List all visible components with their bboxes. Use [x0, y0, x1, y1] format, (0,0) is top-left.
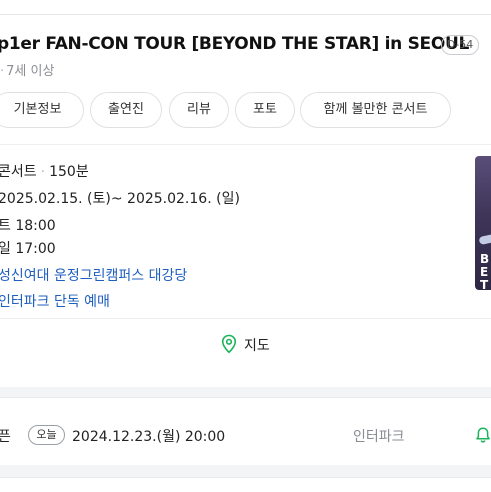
tab-photos[interactable]: 포토 — [235, 92, 295, 128]
ticket-open-datetime: 2024.12.23.(월) 20:00 — [72, 429, 226, 445]
show-time-saturday: 트 18:00 — [0, 218, 56, 234]
age-rating-text: 7세 이상 — [6, 64, 55, 79]
ticket-open-label: 픈 — [0, 429, 11, 445]
page-title: p1er FAN-CON TOUR [BEYOND THE STAR] in S… — [0, 34, 470, 54]
today-badge: 오늘 — [28, 425, 65, 445]
section-divider — [0, 144, 491, 145]
ticket-open-card: 픈 오늘 2024.12.23.(월) 20:00 인터파크 — [0, 403, 491, 465]
map-pin-icon — [221, 334, 237, 354]
top-divider — [0, 14, 491, 15]
performance-info-card: p1er FAN-CON TOUR [BEYOND THE STAR] in S… — [0, 0, 491, 387]
ticketing-link[interactable]: 인터파크 단독 예매 — [0, 291, 110, 311]
tab-label: 출연진 — [108, 102, 144, 117]
tab-cast[interactable]: 출연진 — [90, 92, 162, 128]
tab-related-concerts[interactable]: 함께 볼만한 콘서트 — [300, 92, 451, 128]
show-time-sunday: 일 17:00 — [0, 241, 56, 257]
genre-runtime: 콘서트 · 150분 — [0, 161, 89, 181]
poster-glow — [478, 230, 491, 246]
map-label: 지도 — [244, 338, 270, 354]
next-card — [0, 477, 491, 492]
age-rating: · 7세 이상 — [0, 60, 54, 79]
separator-dot: · — [0, 64, 5, 79]
section-divider — [0, 318, 491, 319]
tab-label: 기본정보 — [13, 102, 62, 117]
runtime-text: 150분 — [49, 164, 89, 180]
poster-text: BE THE — [480, 253, 491, 318]
tab-basic-info[interactable]: 기본정보 — [0, 92, 84, 128]
bell-icon[interactable] — [474, 426, 491, 444]
genre-text: 콘서트 — [0, 164, 37, 180]
venue-link[interactable]: 성신여대 운정그린캠퍼스 대강당 — [0, 265, 187, 285]
tab-reviews[interactable]: 리뷰 — [169, 92, 229, 128]
tab-label: 함께 볼만한 콘서트 — [323, 102, 428, 117]
dday-badge: D-54 — [441, 35, 479, 55]
tab-label: 포토 — [253, 102, 277, 117]
separator-dot: · — [40, 164, 46, 180]
tab-label: 리뷰 — [187, 102, 211, 117]
performance-period: 2025.02.15. (토)~ 2025.02.16. (일) — [0, 191, 240, 207]
ticket-vendor[interactable]: 인터파크 — [353, 426, 405, 446]
